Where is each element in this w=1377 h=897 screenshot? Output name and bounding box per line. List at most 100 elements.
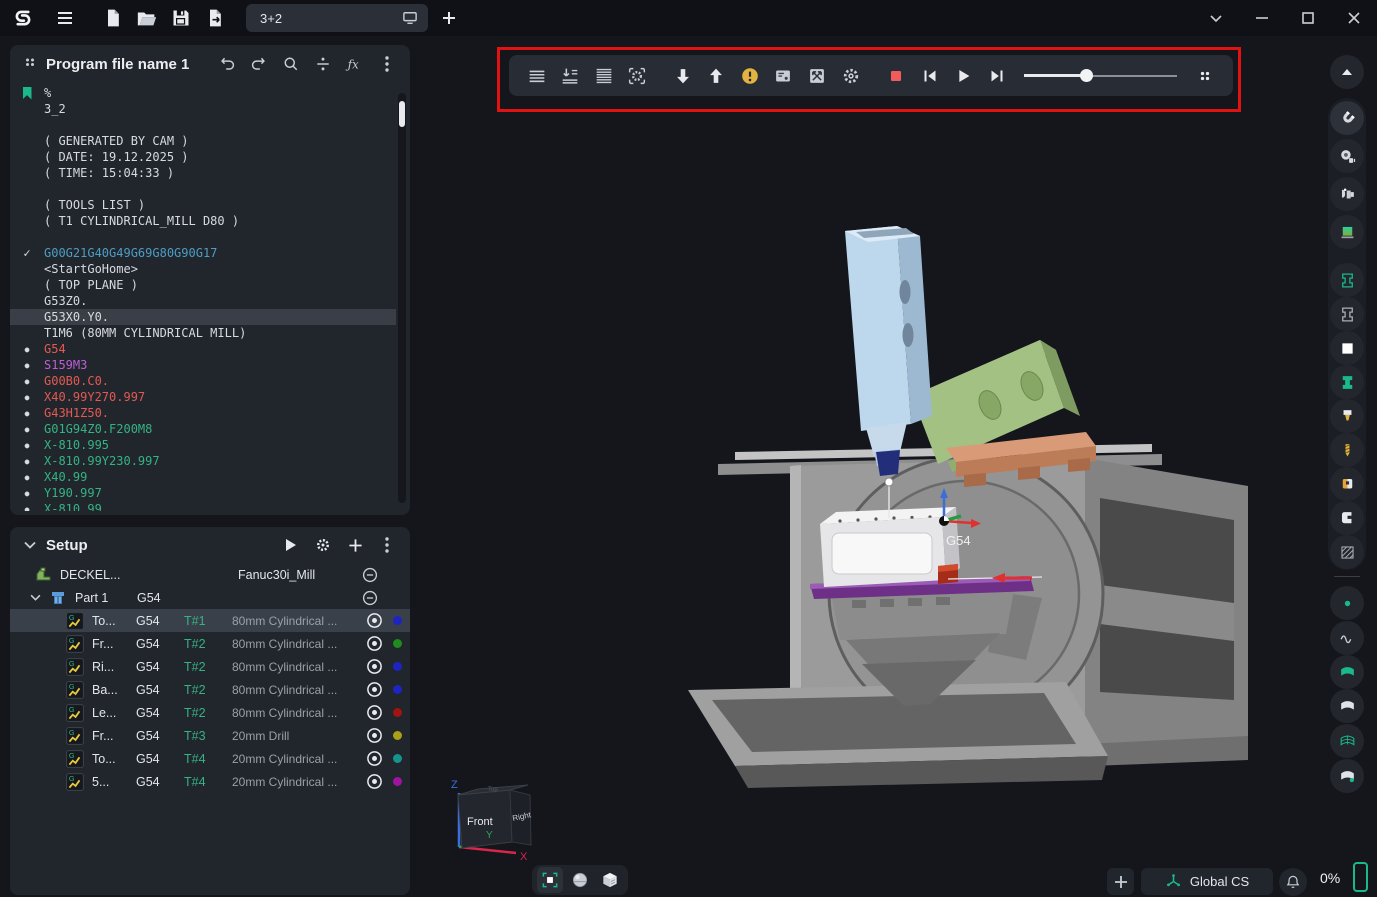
sphere-view-button[interactable] bbox=[567, 867, 593, 893]
holder-split-button[interactable] bbox=[1330, 467, 1364, 501]
gcode-line[interactable]: T1M6 (80MM CYLINDRICAL MILL) bbox=[10, 325, 396, 341]
stock-button[interactable] bbox=[1330, 215, 1364, 249]
code-scrollbar[interactable] bbox=[398, 93, 406, 503]
radio-target-icon[interactable] bbox=[366, 658, 383, 675]
fit-frame-button[interactable] bbox=[537, 867, 563, 893]
hatch-texture-button[interactable] bbox=[1330, 535, 1364, 569]
open-file-icon[interactable] bbox=[130, 3, 164, 33]
kebab-menu-icon[interactable] bbox=[374, 51, 400, 77]
part-outline-button[interactable] bbox=[1330, 297, 1364, 331]
operation-row[interactable]: G To... G54 T#4 20mm Cylindrical ... bbox=[10, 747, 410, 770]
collapse-up-button[interactable] bbox=[1330, 55, 1364, 89]
hamburger-menu-icon[interactable] bbox=[48, 3, 82, 33]
setup-play-icon[interactable] bbox=[278, 532, 304, 558]
gcode-line[interactable]: ( TIME: 15:04:33 ) bbox=[10, 165, 396, 181]
collapse-chevron-icon[interactable] bbox=[24, 541, 36, 549]
gcode-line[interactable]: G00G21G40G49G69G80G90G17 bbox=[10, 245, 396, 261]
gcode-listing[interactable]: % 3_2 ( GENERATED BY CAM ) ( DATE: 19.12… bbox=[10, 85, 396, 511]
operation-row[interactable]: G Fr... G54 T#3 20mm Drill bbox=[10, 724, 410, 747]
band-solid-white-button[interactable] bbox=[1330, 689, 1364, 723]
operation-row[interactable]: G Le... G54 T#2 80mm Cylindrical ... bbox=[10, 701, 410, 724]
run-lines-icon[interactable] bbox=[521, 61, 553, 91]
scrollbar-thumb[interactable] bbox=[399, 101, 405, 127]
gcode-line[interactable]: X40.99 bbox=[10, 469, 396, 485]
part-row[interactable]: Part 1 G54 bbox=[10, 586, 410, 609]
part-solid-button[interactable] bbox=[1330, 365, 1364, 399]
document-tab[interactable]: 3+2 bbox=[246, 4, 428, 32]
magnet-snap-button[interactable] bbox=[1330, 101, 1364, 135]
fixture-button[interactable] bbox=[1330, 177, 1364, 211]
gcode-line[interactable]: 3_2 bbox=[10, 101, 396, 117]
setup-gear-icon[interactable] bbox=[310, 532, 336, 558]
gcode-line[interactable]: <StartGoHome> bbox=[10, 261, 396, 277]
maximize-button[interactable] bbox=[1285, 3, 1331, 33]
add-tab-button[interactable] bbox=[432, 3, 466, 33]
machine-row[interactable]: DECKEL... Fanuc30i_Mill bbox=[10, 563, 410, 586]
step-up-icon[interactable] bbox=[701, 61, 733, 91]
gcode-line[interactable]: G54 bbox=[10, 341, 396, 357]
redo-icon[interactable] bbox=[246, 51, 272, 77]
gcode-line[interactable]: G01G94Z0.F200M8 bbox=[10, 421, 396, 437]
gcode-line[interactable]: ( DATE: 19.12.2025 ) bbox=[10, 149, 396, 165]
operation-row[interactable]: G Fr... G54 T#2 80mm Cylindrical ... bbox=[10, 632, 410, 655]
focus-gear-icon[interactable] bbox=[622, 61, 654, 91]
machine-panel-icon[interactable] bbox=[768, 61, 800, 91]
stop-button[interactable] bbox=[880, 61, 912, 91]
fx-icon[interactable]: ƒx bbox=[342, 51, 368, 77]
spline-wave-button[interactable] bbox=[1330, 621, 1364, 655]
settings-gear-icon[interactable] bbox=[835, 61, 867, 91]
slider-thumb[interactable] bbox=[1080, 69, 1093, 82]
operation-color-dot[interactable] bbox=[393, 639, 402, 648]
gcode-line[interactable]: % bbox=[10, 85, 396, 101]
drag-grid-icon[interactable] bbox=[1189, 61, 1221, 91]
skip-start-button[interactable] bbox=[914, 61, 946, 91]
gcode-line[interactable]: Y190.997 bbox=[10, 485, 396, 501]
step-down-icon[interactable] bbox=[667, 61, 699, 91]
gcode-line[interactable]: ( TOP PLANE ) bbox=[10, 277, 396, 293]
gcode-line[interactable]: X-810.99 bbox=[10, 501, 396, 511]
operation-row[interactable]: G To... G54 T#1 80mm Cylindrical ... bbox=[10, 609, 410, 632]
operation-color-dot[interactable] bbox=[393, 708, 402, 717]
search-icon[interactable] bbox=[278, 51, 304, 77]
radio-target-icon[interactable] bbox=[366, 727, 383, 744]
minimize-button[interactable] bbox=[1239, 3, 1285, 33]
gcode-line[interactable]: ( T1 CYLINDRICAL_MILL D80 ) bbox=[10, 213, 396, 229]
gcode-line[interactable]: G43H1Z50. bbox=[10, 405, 396, 421]
setup-kebab-icon[interactable] bbox=[374, 532, 400, 558]
skip-end-button[interactable] bbox=[981, 61, 1013, 91]
stock-box-button[interactable] bbox=[1330, 331, 1364, 365]
notifications-bell-button[interactable] bbox=[1279, 868, 1307, 896]
operation-row[interactable]: G Ri... G54 T#2 80mm Cylindrical ... bbox=[10, 655, 410, 678]
point-button[interactable] bbox=[1330, 586, 1364, 620]
pocket-book-button[interactable] bbox=[1330, 501, 1364, 535]
gcode-line[interactable]: G53X0.Y0. bbox=[10, 309, 396, 325]
run-to-line-icon[interactable] bbox=[555, 61, 587, 91]
operation-color-dot[interactable] bbox=[393, 731, 402, 740]
operation-row[interactable]: G Ba... G54 T#2 80mm Cylindrical ... bbox=[10, 678, 410, 701]
operation-row[interactable]: G 5... G54 T#4 20mm Cylindrical ... bbox=[10, 770, 410, 793]
step-divide-icon[interactable] bbox=[310, 51, 336, 77]
gcode-line[interactable]: G53Z0. bbox=[10, 293, 396, 309]
gcode-line[interactable]: G00B0.C0. bbox=[10, 373, 396, 389]
radio-target-icon[interactable] bbox=[366, 681, 383, 698]
global-cs-button[interactable]: Global CS bbox=[1141, 868, 1273, 895]
radio-target-icon[interactable] bbox=[366, 704, 383, 721]
operation-color-dot[interactable] bbox=[393, 777, 402, 786]
circle-minus-icon[interactable] bbox=[362, 590, 378, 606]
band-wireframe-button[interactable] bbox=[1330, 724, 1364, 758]
circle-minus-icon[interactable] bbox=[362, 567, 378, 583]
part-target-outline-button[interactable] bbox=[1330, 263, 1364, 297]
gcode-line[interactable]: ( TOOLS LIST ) bbox=[10, 197, 396, 213]
export-file-icon[interactable] bbox=[198, 3, 232, 33]
gcode-line[interactable]: X-810.99Y230.997 bbox=[10, 453, 396, 469]
new-file-icon[interactable] bbox=[96, 3, 130, 33]
gcode-line[interactable] bbox=[10, 229, 396, 245]
orientation-cube[interactable]: Front Right Top Z X Y bbox=[451, 779, 532, 863]
operation-color-dot[interactable] bbox=[393, 616, 402, 625]
gcode-line[interactable] bbox=[10, 181, 396, 197]
band-point-button[interactable] bbox=[1330, 759, 1364, 793]
undo-icon[interactable] bbox=[214, 51, 240, 77]
radio-target-icon[interactable] bbox=[366, 750, 383, 767]
band-solid-teal-button[interactable] bbox=[1330, 655, 1364, 689]
warnings-icon[interactable] bbox=[734, 61, 766, 91]
